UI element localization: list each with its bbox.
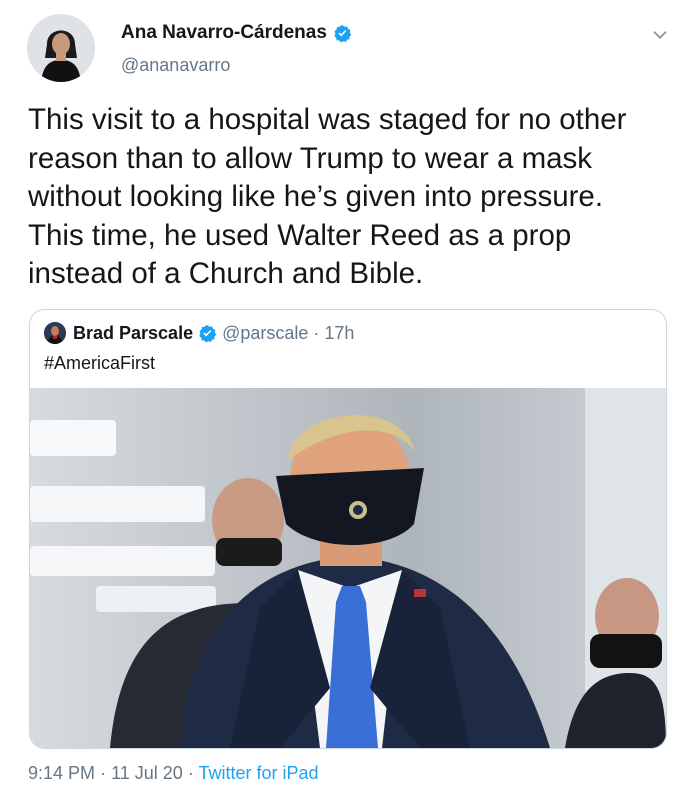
tweet-date[interactable]: 11 Jul 20: [111, 763, 183, 783]
quoted-author-avatar: [44, 322, 66, 344]
footer-separator: ·: [100, 763, 107, 783]
quoted-verified-badge-icon: [199, 324, 217, 342]
quoted-author-handle: @parscale: [222, 322, 309, 343]
tweet-footer: 9:14 PM · 11 Jul 20 · Twitter for iPad: [28, 763, 319, 784]
tweet-time[interactable]: 9:14 PM: [28, 763, 95, 783]
quoted-tweet-text: #AmericaFirst: [44, 353, 156, 373]
author-avatar-image: [27, 14, 95, 82]
photo-illustration: [30, 388, 666, 748]
author-name[interactable]: Ana Navarro-Cárdenas: [121, 22, 327, 44]
quoted-tweet-card[interactable]: Brad Parscale @parscale · 17h #AmericaFi…: [29, 309, 667, 749]
quoted-tweet-photo[interactable]: [30, 388, 666, 748]
quoted-avatar-image: [44, 322, 66, 344]
author-avatar[interactable]: [27, 14, 95, 82]
footer-separator: ·: [187, 763, 194, 783]
quoted-tweet-header: Brad Parscale @parscale · 17h: [44, 322, 354, 344]
verified-badge-icon: [334, 24, 352, 42]
author-name-row: Ana Navarro-Cárdenas: [121, 22, 352, 44]
tweet-text: This visit to a hospital was staged for …: [28, 103, 627, 290]
quoted-separator: ·: [313, 322, 320, 343]
author-handle[interactable]: @ananavarro: [121, 55, 230, 76]
chevron-down-icon[interactable]: [649, 24, 671, 46]
quoted-timestamp: 17h: [324, 322, 355, 343]
tweet-source-link[interactable]: Twitter for iPad: [199, 763, 319, 783]
quoted-author-name: Brad Parscale: [73, 322, 194, 343]
